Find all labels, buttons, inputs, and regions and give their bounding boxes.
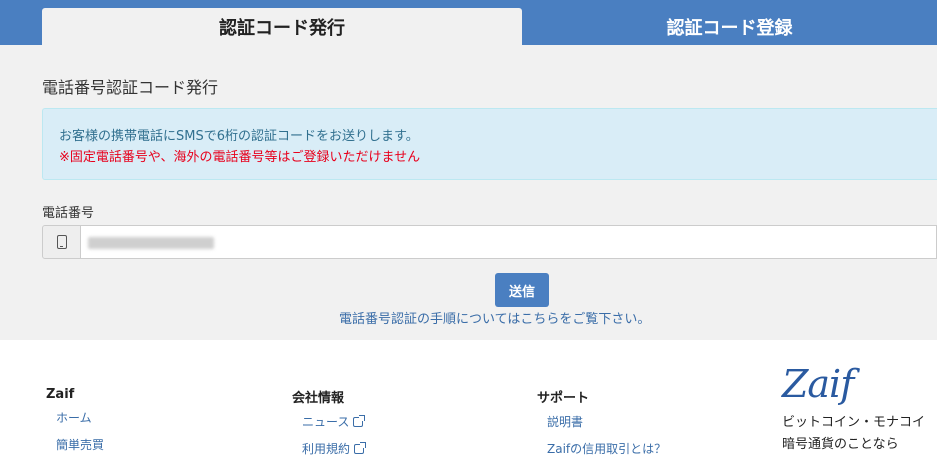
footer-link-label: 利用規約 bbox=[302, 442, 351, 455]
footer-link-simple-trade[interactable]: 簡単売買 bbox=[46, 436, 104, 453]
footer-tagline: ビットコイン・モナコイ 暗号通貨のことなら bbox=[782, 412, 925, 455]
external-link-icon bbox=[353, 414, 366, 427]
footer-col-company: 会社情報 ニュース 利用規約 bbox=[292, 387, 367, 455]
masked-phone-number bbox=[88, 237, 214, 249]
footer-link-label: 説明書 bbox=[547, 415, 584, 429]
footer-link-news[interactable]: ニュース bbox=[292, 413, 366, 430]
warning-message: ※固定電話番号や、海外の電話番号等はご登録いただけません bbox=[59, 150, 421, 165]
tagline-line1: ビットコイン・モナコイ bbox=[782, 415, 926, 430]
footer-link-home[interactable]: ホーム bbox=[46, 409, 104, 426]
tab-bar: 認証コード発行 認証コード登録 bbox=[0, 0, 937, 45]
tagline-line2: 暗号通貨のことなら bbox=[782, 437, 899, 452]
footer-link-label: ホーム bbox=[56, 411, 92, 425]
footer-heading-company: 会社情報 bbox=[292, 391, 345, 406]
footer-col-support: サポート 説明書 Zaifの信用取引とは？ bbox=[537, 387, 666, 455]
phone-input-group bbox=[42, 225, 937, 259]
footer-link-label: 簡単売買 bbox=[56, 438, 105, 452]
footer-col-zaif: Zaif ホーム 簡単売買 bbox=[46, 387, 104, 455]
phone-addon bbox=[42, 225, 81, 259]
footer-heading-zaif: Zaif bbox=[46, 387, 75, 402]
phone-label: 電話番号 bbox=[42, 206, 95, 221]
footer-link-terms[interactable]: 利用規約 bbox=[292, 440, 367, 455]
footer-link-margin-trading[interactable]: Zaifの信用取引とは？ bbox=[537, 440, 666, 455]
external-link-icon bbox=[354, 441, 367, 454]
page-title: 電話番号認証コード発行 bbox=[42, 78, 219, 97]
mobile-phone-icon bbox=[56, 235, 67, 249]
info-alert: お客様の携帯電話にSMSで6桁の認証コードをお送りします。 ※固定電話番号や、海… bbox=[42, 108, 937, 180]
footer-link-manual[interactable]: 説明書 bbox=[537, 413, 666, 430]
footer-link-label: ニュース bbox=[302, 415, 350, 429]
tab-issue-code[interactable]: 認証コード発行 bbox=[42, 8, 522, 45]
help-link[interactable]: 電話番号認証の手順についてはこちらをご覧下さい。 bbox=[339, 308, 650, 327]
send-button[interactable]: 送信 bbox=[495, 273, 549, 307]
footer-heading-support: サポート bbox=[537, 391, 590, 406]
footer-link-label: Zaifの信用取引とは？ bbox=[547, 442, 667, 455]
tab-register-code[interactable]: 認証コード登録 bbox=[522, 8, 937, 45]
zaif-logo[interactable]: Zaif bbox=[782, 364, 854, 404]
info-message: お客様の携帯電話にSMSで6桁の認証コードをお送りします。 bbox=[59, 129, 419, 144]
